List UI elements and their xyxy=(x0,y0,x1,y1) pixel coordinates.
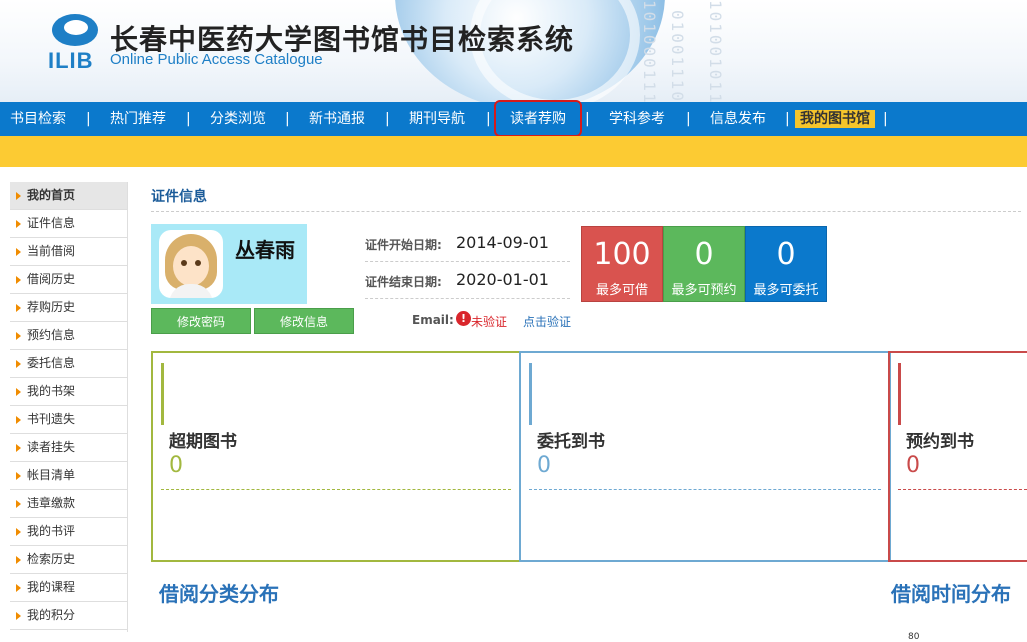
warning-icon: ! xyxy=(456,311,471,326)
card-value: 0 xyxy=(906,453,920,478)
sub-nav-bar xyxy=(0,136,1027,167)
card-divider xyxy=(898,489,1027,490)
start-date-label: 证件开始日期: xyxy=(365,238,442,252)
nav-item-catalog-search[interactable]: 书目检索 xyxy=(10,102,66,136)
ilib-logo: ILIB xyxy=(48,14,102,73)
nav-separator: | xyxy=(486,111,491,127)
stat-label: 最多可预约 xyxy=(671,283,737,298)
stat-label: 最多可委托 xyxy=(753,283,819,298)
card-accent-bar xyxy=(161,363,164,425)
sidebar: 我的首页 证件信息 当前借阅 借阅历史 荐购历史 预约信息 委托信息 我的书架 … xyxy=(10,182,128,630)
card-title: 委托到书 xyxy=(537,432,605,452)
card-accent-bar xyxy=(898,363,901,425)
sidebar-item-book-lost[interactable]: 书刊遗失 xyxy=(10,406,128,434)
sidebar-item-my-bookshelf[interactable]: 我的书架 xyxy=(10,378,128,406)
date-divider xyxy=(365,261,570,262)
sidebar-item-reader-loss-report[interactable]: 读者挂失 xyxy=(10,434,128,462)
stat-value: 100 xyxy=(593,237,651,272)
sidebar-item-reservation-info[interactable]: 预约信息 xyxy=(10,322,128,350)
stat-max-reserve: 0 最多可预约 xyxy=(663,226,745,302)
sidebar-item-violation-payment[interactable]: 违章缴款 xyxy=(10,490,128,518)
avatar-eye xyxy=(195,260,201,266)
stat-label: 最多可借 xyxy=(595,283,648,298)
stat-max-delegate: 0 最多可委托 xyxy=(745,226,827,302)
nav-separator: | xyxy=(785,111,790,127)
sidebar-item-delegation-info[interactable]: 委托信息 xyxy=(10,350,128,378)
sidebar-item-borrow-history[interactable]: 借阅历史 xyxy=(10,266,128,294)
stat-value: 0 xyxy=(694,237,714,272)
email-verify-link[interactable]: 点击验证 xyxy=(523,313,571,330)
card-divider xyxy=(161,489,511,490)
card-overdue-books[interactable]: 超期图书 0 xyxy=(151,351,521,562)
nav-item-journal-nav[interactable]: 期刊导航 xyxy=(409,102,465,136)
sidebar-item-purchase-history[interactable]: 荐购历史 xyxy=(10,294,128,322)
end-date-label: 证件结束日期: xyxy=(365,275,442,289)
chart-axis-tick: 80 xyxy=(908,632,920,642)
sidebar-item-card-info[interactable]: 证件信息 xyxy=(10,210,128,238)
sidebar-item-account-list[interactable]: 帐目清单 xyxy=(10,462,128,490)
email-label: Email: xyxy=(412,313,454,327)
sidebar-item-my-home[interactable]: 我的首页 xyxy=(10,182,128,210)
section-divider xyxy=(151,211,1021,212)
sidebar-item-my-points[interactable]: 我的积分 xyxy=(10,602,128,630)
avatar-eye xyxy=(181,260,187,266)
page-header: 10100011101 0100111010 1010010111 ILIB 长… xyxy=(0,0,1027,102)
sidebar-item-search-history[interactable]: 检索历史 xyxy=(10,546,128,574)
sidebar-item-my-reviews[interactable]: 我的书评 xyxy=(10,518,128,546)
change-password-button[interactable]: 修改密码 xyxy=(151,308,251,334)
date-divider xyxy=(365,298,570,299)
borrow-time-chart-title: 借阅时间分布 xyxy=(891,582,1011,606)
nav-separator: | xyxy=(585,111,590,127)
nav-separator: | xyxy=(883,111,888,127)
edit-info-button[interactable]: 修改信息 xyxy=(254,308,354,334)
nav-separator: | xyxy=(686,111,691,127)
card-divider xyxy=(529,489,881,490)
card-title: 预约到书 xyxy=(906,432,974,452)
card-accent-bar xyxy=(529,363,532,425)
user-name: 丛春雨 xyxy=(235,238,295,262)
card-delegated-arrivals[interactable]: 委托到书 0 xyxy=(519,351,891,562)
nav-item-subject-reference[interactable]: 学科参考 xyxy=(609,102,665,136)
stat-value: 0 xyxy=(776,237,796,272)
nav-item-hot-recommend[interactable]: 热门推荐 xyxy=(110,102,166,136)
avatar xyxy=(159,230,223,298)
logo-bubble-icon xyxy=(52,14,98,46)
nav-separator: | xyxy=(385,111,390,127)
nav-separator: | xyxy=(86,111,91,127)
section-title: 证件信息 xyxy=(151,189,207,205)
sidebar-divider xyxy=(127,182,128,632)
nav-item-my-library-label: 我的图书馆 xyxy=(795,110,875,128)
sidebar-item-current-borrow[interactable]: 当前借阅 xyxy=(10,238,128,266)
email-status: 未验证 xyxy=(471,315,508,329)
site-subtitle: Online Public Access Catalogue xyxy=(110,51,323,68)
highlight-box xyxy=(494,100,582,137)
end-date-value: 2020-01-01 xyxy=(456,270,549,289)
avatar-face xyxy=(173,246,209,286)
sidebar-item-my-courses[interactable]: 我的课程 xyxy=(10,574,128,602)
nav-item-category-browse[interactable]: 分类浏览 xyxy=(210,102,266,136)
logo-text: ILIB xyxy=(48,48,94,73)
card-value: 0 xyxy=(537,453,551,478)
borrow-category-chart-title: 借阅分类分布 xyxy=(159,582,279,606)
binary-decoration: 0100111010 xyxy=(668,10,687,102)
start-date-value: 2014-09-01 xyxy=(456,233,549,252)
binary-decoration: 10100011101 xyxy=(640,0,659,102)
nav-item-new-books[interactable]: 新书通报 xyxy=(309,102,365,136)
nav-item-info-release[interactable]: 信息发布 xyxy=(710,102,766,136)
card-reserved-arrivals[interactable]: 预约到书 0 xyxy=(888,351,1027,562)
nav-separator: | xyxy=(285,111,290,127)
stat-max-borrow: 100 最多可借 xyxy=(581,226,663,302)
nav-item-my-library[interactable]: 我的图书馆 xyxy=(795,102,875,136)
card-value: 0 xyxy=(169,453,183,478)
binary-decoration: 1010010111 xyxy=(706,0,725,102)
card-title: 超期图书 xyxy=(169,432,237,452)
nav-separator: | xyxy=(186,111,191,127)
